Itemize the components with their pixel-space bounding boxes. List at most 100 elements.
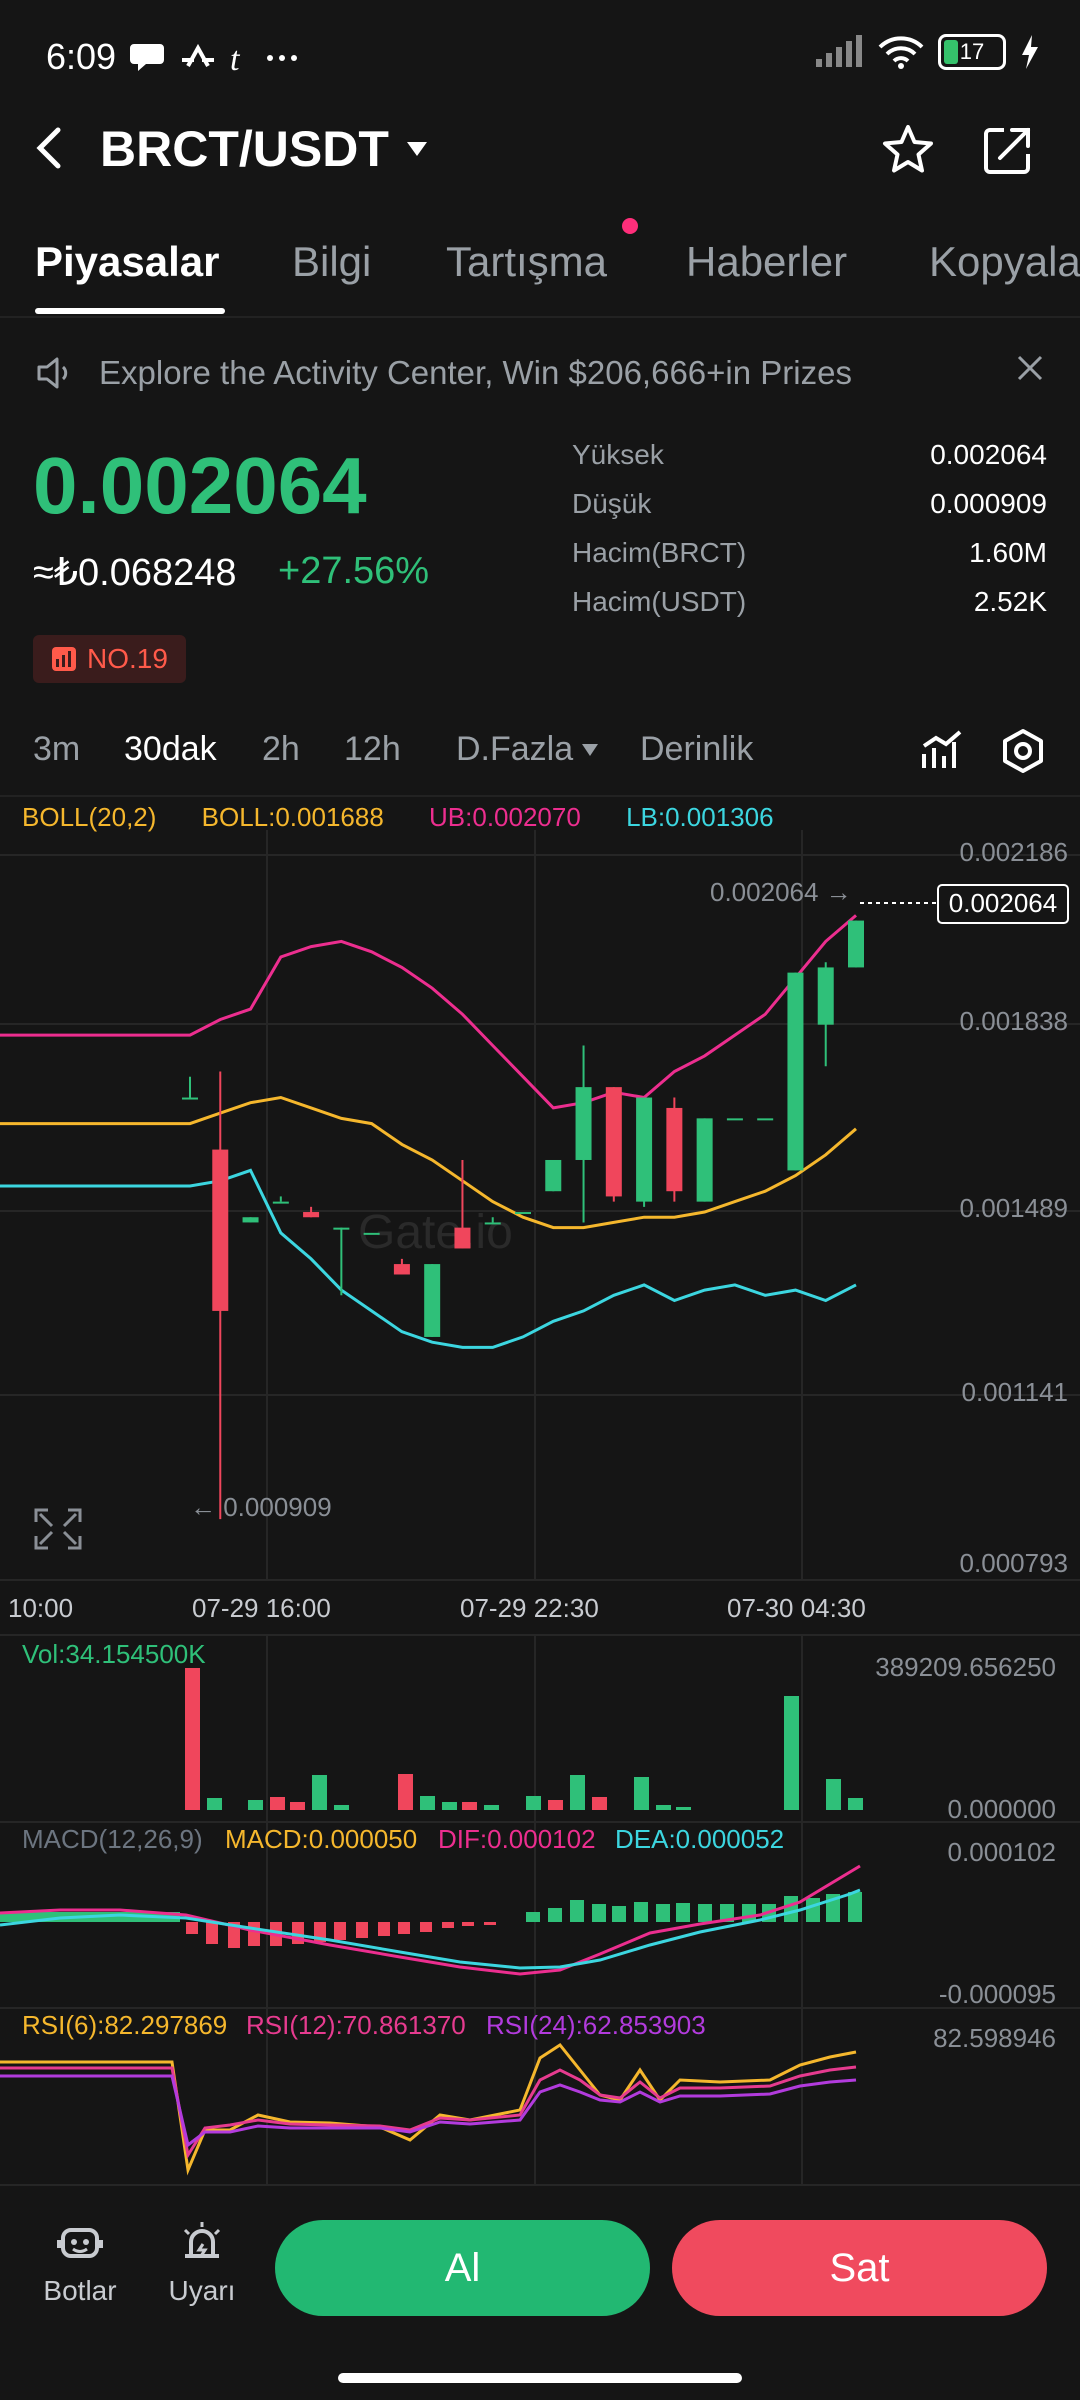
share-button[interactable] xyxy=(980,122,1036,183)
vol-label: Vol:34.154500K xyxy=(22,1639,206,1669)
price-axis-label: 0.001489 xyxy=(960,1193,1068,1223)
last-price: 0.002064 xyxy=(33,441,367,530)
interval-more-label: D.Fazla xyxy=(456,730,574,768)
time-axis-label: 07-29 16:00 xyxy=(192,1593,331,1623)
price-axis-label: 0.001141 xyxy=(961,1377,1068,1407)
vol-max: 389209.656250 xyxy=(875,1652,1056,1682)
banner-text: Explore the Activity Center, Win $206,66… xyxy=(99,354,852,391)
pair-selector[interactable]: BRCT/USDT xyxy=(100,120,429,178)
buy-button[interactable]: Al xyxy=(275,2220,650,2316)
high-marker: 0.002064 → xyxy=(710,877,852,907)
svg-text:t: t xyxy=(230,41,241,76)
new-indicator-dot xyxy=(622,218,638,234)
macd-params: MACD(12,26,9) xyxy=(22,1824,203,1854)
rank-badge[interactable]: NO.19 xyxy=(33,635,186,683)
rsi6-line xyxy=(0,2043,857,2176)
boll-value: BOLL:0.001688 xyxy=(201,802,384,832)
tab-depth[interactable]: Derinlik xyxy=(640,730,753,769)
tab-piyasalar[interactable]: Piyasalar xyxy=(35,238,220,286)
price-axis-label: 0.002186 xyxy=(960,837,1068,867)
boll-legend: BOLL(20,2) BOLL:0.001688 UB:0.002070 LB:… xyxy=(22,802,812,833)
time-axis-label: 07-29 22:30 xyxy=(460,1593,599,1623)
candle-body xyxy=(424,1264,441,1337)
stat-volume-base: Hacim(BRCT) 1.60M xyxy=(572,537,1047,568)
boll-params: BOLL(20,2) xyxy=(22,802,157,832)
candle-body xyxy=(484,1222,501,1225)
candle-body xyxy=(454,1227,471,1249)
interval-3m[interactable]: 3m xyxy=(33,730,80,769)
pair-title: BRCT/USDT xyxy=(100,121,389,177)
stat-volume-quote: Hacim(USDT) 2.52K xyxy=(572,586,1047,617)
boll-ub: UB:0.002070 xyxy=(429,802,581,832)
interval-more[interactable]: D.Fazla xyxy=(456,730,599,769)
speaker-icon xyxy=(37,357,68,389)
indicator-button[interactable] xyxy=(920,728,964,777)
macd-dea: DEA:0.000052 xyxy=(615,1824,784,1854)
active-tab-underline xyxy=(35,308,225,314)
alerts-button[interactable]: Uyarı xyxy=(152,2218,252,2307)
interval-2h[interactable]: 2h xyxy=(262,730,300,769)
macd-max: 0.000102 xyxy=(948,1837,1056,1867)
time-axis-label: 10:00 xyxy=(8,1593,73,1623)
bots-button[interactable]: Botlar xyxy=(30,2218,130,2307)
macd-dif: DIF:0.000102 xyxy=(438,1824,596,1854)
fullscreen-icon[interactable] xyxy=(34,1508,82,1550)
indicator-chart-icon xyxy=(922,730,962,768)
chart-settings-button[interactable] xyxy=(1000,728,1046,779)
battery-icon: 17 xyxy=(938,34,1006,70)
candle-body xyxy=(515,1212,531,1215)
rsi24-label: RSI(24):62.853903 xyxy=(486,2010,706,2040)
macd-min: -0.000095 xyxy=(939,1979,1056,2009)
alarm-icon xyxy=(183,2222,221,2258)
interval-30dak[interactable]: 30dak xyxy=(124,730,217,769)
wifi-icon xyxy=(878,36,924,69)
home-indicator[interactable] xyxy=(338,2373,742,2383)
status-right-icons: 17 xyxy=(814,34,1040,70)
caret-down-icon xyxy=(406,142,427,156)
favorite-button[interactable] xyxy=(880,122,936,183)
notification-icons: t xyxy=(130,41,297,78)
close-icon xyxy=(1017,355,1043,381)
tab-kopyala[interactable]: Kopyala xyxy=(929,238,1080,286)
price-axis-label: 0.001838 xyxy=(960,1006,1068,1036)
candle-body xyxy=(212,1149,229,1311)
sell-button[interactable]: Sat xyxy=(672,2220,1047,2316)
candle-body xyxy=(666,1107,683,1192)
signal-icon xyxy=(816,35,862,67)
rank-chart-icon xyxy=(52,647,76,671)
tab-haberler[interactable]: Haberler xyxy=(686,238,847,286)
tab-tartisma[interactable]: Tartışma xyxy=(446,238,607,286)
volume-bars xyxy=(185,1668,863,1810)
chevron-left-icon xyxy=(36,127,61,169)
candle-body xyxy=(363,1232,380,1235)
last-price-tag: 0.002064 xyxy=(949,888,1057,918)
low-marker: ← 0.000909 xyxy=(190,1492,332,1522)
boll-ub-line xyxy=(0,914,857,1110)
vol-min: 0.000000 xyxy=(948,1794,1056,1824)
candle-body xyxy=(696,1118,713,1202)
stats-panel: Yüksek 0.002064 Düşük 0.000909 Hacim(BRCT)… xyxy=(572,430,1047,626)
rsi12-label: RSI(12):70.861370 xyxy=(246,2010,466,2040)
rsi6-label: RSI(6):82.297869 xyxy=(22,2010,227,2040)
candle-body xyxy=(333,1227,350,1230)
announcement-banner[interactable]: Explore the Activity Center, Win $206,66… xyxy=(35,350,1045,396)
status-time: 6:09 xyxy=(46,36,117,77)
candle-body xyxy=(575,1087,592,1160)
candle-body xyxy=(636,1097,653,1202)
candle-body xyxy=(242,1217,259,1223)
fiat-price: ≈₺0.068248 xyxy=(33,552,237,594)
battery-level: 17 xyxy=(959,39,985,64)
kline-chart[interactable]: Gate.io 0.002064 0.002064 → ← 0.000909 0… xyxy=(0,830,1080,2190)
candle-body xyxy=(605,1087,622,1197)
rank-label: NO.19 xyxy=(87,643,168,674)
divider xyxy=(0,795,1080,797)
back-button[interactable] xyxy=(30,120,70,181)
candle-body xyxy=(757,1118,774,1121)
interval-12h[interactable]: 12h xyxy=(344,730,401,769)
star-icon xyxy=(883,125,933,173)
tab-bilgi[interactable]: Bilgi xyxy=(292,238,371,286)
candle-body xyxy=(787,972,804,1171)
banner-close-button[interactable] xyxy=(1015,350,1045,393)
candle-body xyxy=(848,920,864,968)
share-icon xyxy=(984,128,1030,174)
